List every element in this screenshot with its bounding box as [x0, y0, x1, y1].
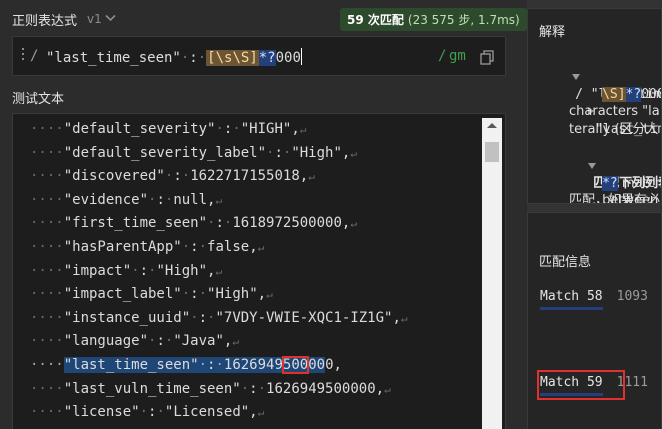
test-line: ····"impact_label"·:·"High",↵	[30, 286, 273, 303]
pattern-key: "last_time_seen"	[46, 50, 181, 66]
chevron-down-icon	[105, 14, 116, 25]
test-line: ····"hasParentApp"·:·false,↵	[30, 238, 265, 255]
explanation-title: 解释	[539, 25, 566, 40]
match-row[interactable]: Match 58 1093	[540, 289, 648, 310]
test-line: ····"last_vuln_time_seen"·:·162694950000…	[30, 380, 391, 397]
match-info-panel: 匹配信息 Match 58 1093 Match 59 1111	[527, 212, 662, 429]
test-line: ····"default_severity_label"·:·"High",↵	[30, 144, 357, 161]
flavor-label: v1	[87, 12, 102, 26]
explain-row-text: terally (区分大	[569, 122, 659, 138]
regex-section-title: 正则表达式	[12, 13, 78, 29]
scroll-up-arrow-icon[interactable]	[487, 123, 497, 128]
match-position: 1093	[616, 289, 648, 304]
copy-icon[interactable]	[479, 49, 495, 65]
test-string-editor[interactable]: ····"default_severity"·:·"HIGH",↵ ····"d…	[12, 113, 506, 429]
regex-editor-column: 正则表达式 v1 59 次匹配 (23 575 步, 1.7ms) / "las…	[0, 0, 527, 429]
red-annotation-box	[537, 370, 625, 400]
test-line: ····"language"·:·"Java",↵	[30, 333, 239, 350]
side-panel-column: 解释 / "last_time_ \S]*?000 "last_time_ ch…	[527, 0, 662, 429]
regex-delimiter-right: /	[438, 48, 447, 64]
regex-delimiter-left: /	[30, 48, 39, 64]
match-highlight: "last_time_seen"·:·162694950000	[63, 355, 326, 374]
regex-input[interactable]: / "last_time_seen"·:·[\s\S]*?000 / gm	[12, 36, 506, 76]
test-line: ····"first_time_seen"·:·1618972500000,↵	[30, 215, 357, 232]
scrollbar-thumb[interactable]	[485, 142, 499, 162]
regex-flavor-dropdown[interactable]: v1	[87, 12, 116, 26]
match-steps: (23 575 步, 1.7ms)	[407, 13, 520, 27]
test-string-title: 测试文本	[12, 92, 65, 107]
drag-handle-icon[interactable]	[22, 48, 26, 64]
test-line-highlighted-match: ····"last_time_seen"·:·1626949500000,	[30, 355, 342, 374]
test-line: ····"default_severity"·:·"HIGH",↵	[30, 121, 307, 137]
test-line: ····"evidence"·:·null,↵	[30, 191, 223, 208]
red-annotation-box: 500	[281, 355, 310, 374]
test-line: ····"impact"·:·"High",↵	[30, 262, 223, 279]
test-string-lines[interactable]: ····"default_severity"·:·"HIGH",↵ ····"d…	[30, 118, 408, 425]
pattern-quantifier: *?	[258, 50, 276, 66]
regex-pattern[interactable]: "last_time_seen"·:·[\s\S]*?000	[46, 48, 302, 66]
match-info-title: 匹配信息	[539, 255, 592, 270]
pattern-colon: :	[189, 50, 198, 66]
explain-row-text: 匹配，如果有必	[569, 193, 661, 204]
explain-row-text: characters "la	[569, 104, 660, 120]
test-line: ····"discovered"·:·1622717155018,↵	[30, 168, 315, 185]
regex-flags[interactable]: gm	[449, 48, 466, 64]
test-line: ····"license"·:·"Licensed",↵	[30, 404, 265, 421]
pattern-tail: 000	[275, 50, 301, 66]
test-string-scrollbar[interactable]	[482, 118, 502, 429]
pattern-char-class: [\s\S]	[206, 50, 259, 66]
text-cursor	[300, 48, 302, 65]
explanation-panel: 解释 / "last_time_ \S]*?000 "last_time_ ch…	[527, 8, 662, 204]
test-line: ····"instance_uuid"·:·"7VDY-VWIE-XQC1-IZ…	[30, 309, 408, 326]
match-count: 59 次匹配	[347, 13, 404, 27]
match-count-badge: 59 次匹配 (23 575 步, 1.7ms)	[340, 8, 527, 31]
match-label[interactable]: Match 58	[540, 289, 603, 310]
regex-header: 正则表达式 v1	[12, 8, 116, 30]
